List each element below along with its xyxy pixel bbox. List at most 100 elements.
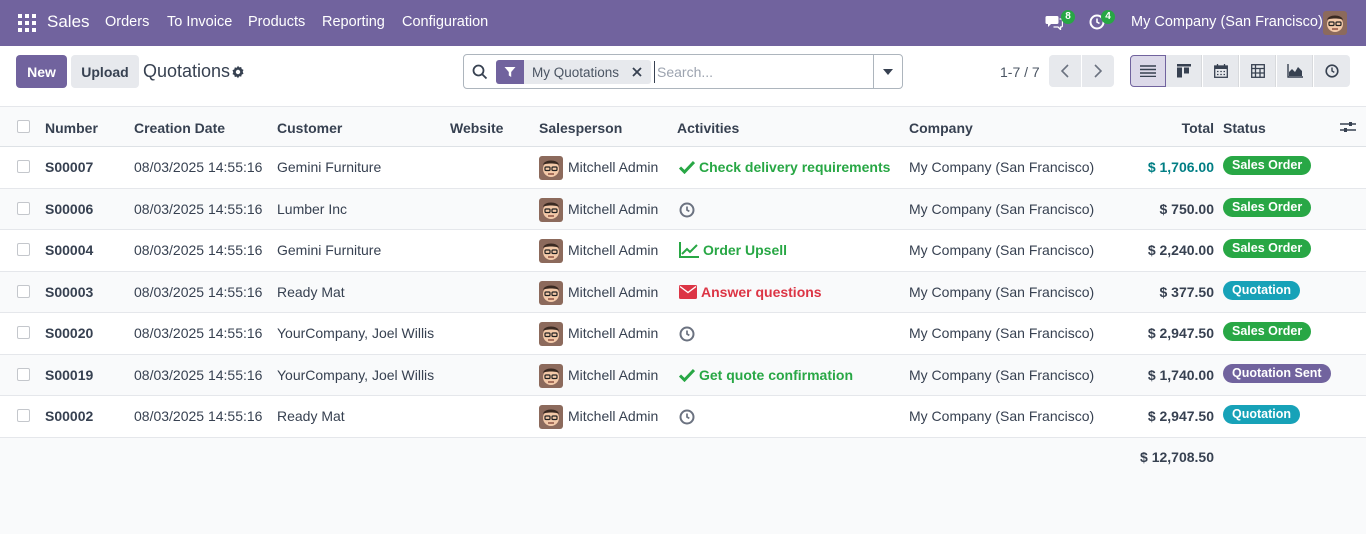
table-row[interactable]: S00007 08/03/2025 14:55:16 Gemini Furnit… (0, 147, 1366, 189)
table-row[interactable]: S00019 08/03/2025 14:55:16 YourCompany, … (0, 354, 1366, 396)
clock-icon (679, 326, 699, 342)
menu-reporting[interactable]: Reporting (322, 14, 385, 30)
page-title: Quotations (143, 61, 231, 81)
activity-widget[interactable]: Order Upsell (679, 242, 787, 258)
company-name: My Company (San Francisco) (909, 283, 1095, 300)
messages-count-badge: 8 (1061, 10, 1075, 24)
salesperson-avatar (539, 239, 563, 263)
search-options-toggle[interactable] (873, 55, 902, 88)
order-number: S00020 (45, 325, 94, 341)
row-checkbox[interactable] (17, 160, 30, 173)
order-number: S00002 (45, 408, 94, 424)
salesperson-name: Mitchell Admin (568, 408, 659, 424)
menu-orders[interactable]: Orders (105, 14, 149, 30)
search-icon[interactable] (472, 64, 488, 80)
activity-widget[interactable]: Get quote confirmation (679, 367, 853, 383)
table-row[interactable]: S00002 08/03/2025 14:55:16 Ready Mat Mit… (0, 396, 1366, 438)
salesperson-avatar (539, 197, 563, 222)
top-navbar: Sales Orders To Invoice Products Reporti… (0, 0, 1366, 46)
upload-button[interactable]: Upload (71, 55, 139, 88)
order-total: $ 1,706.00 (1147, 159, 1214, 175)
pivot-view-button[interactable] (1240, 55, 1276, 87)
check-icon (679, 368, 699, 382)
calendar-view-button[interactable] (1203, 55, 1239, 87)
activity-widget[interactable] (679, 326, 699, 342)
status-badge: Sales Order (1223, 197, 1312, 217)
creation-date: 08/03/2025 14:55:16 (134, 408, 263, 424)
activity-widget[interactable]: Check delivery requirements (679, 159, 890, 175)
search-input[interactable] (654, 61, 874, 83)
company-name: My Company (San Francisco) (909, 366, 1095, 383)
company-name: My Company (San Francisco) (909, 200, 1095, 217)
column-header-company[interactable]: Company (909, 120, 973, 136)
activity-widget[interactable] (679, 409, 699, 425)
row-checkbox[interactable] (17, 201, 30, 215)
pager-value[interactable]: 1-7 / 7 (1000, 64, 1040, 80)
order-total: $ 2,240.00 (1147, 242, 1214, 258)
row-checkbox[interactable] (17, 367, 30, 381)
list-view-button[interactable] (1130, 55, 1166, 87)
menu-configuration[interactable]: Configuration (402, 14, 488, 30)
column-header-total[interactable]: Total (1182, 120, 1214, 136)
status-badge: Sales Order (1223, 156, 1312, 175)
column-header-website[interactable]: Website (450, 120, 503, 136)
row-checkbox[interactable] (17, 243, 30, 256)
column-header-salesperson[interactable]: Salesperson (539, 120, 622, 136)
row-checkbox[interactable] (17, 326, 30, 339)
company-switcher[interactable]: My Company (San Francisco) (1131, 14, 1323, 30)
customer-name: YourCompany, Joel Willis (277, 366, 435, 383)
company-name: My Company (San Francisco) (909, 242, 1095, 258)
column-header-creation-date[interactable]: Creation Date (134, 120, 225, 136)
activity-summary: Check delivery requirements (699, 159, 891, 175)
table-row[interactable]: S00020 08/03/2025 14:55:16 YourCompany, … (0, 313, 1366, 355)
activity-widget[interactable] (679, 202, 699, 218)
row-checkbox[interactable] (17, 409, 30, 422)
search-facet[interactable]: My Quotations (496, 60, 652, 84)
menu-products[interactable]: Products (248, 14, 305, 30)
order-total: $ 2,947.50 (1147, 325, 1214, 341)
customer-name: Gemini Furniture (277, 159, 382, 175)
column-header-number[interactable]: Number (45, 120, 98, 136)
status-badge: Quotation Sent (1223, 363, 1331, 383)
activity-widget[interactable]: Answer questions (679, 284, 822, 300)
facet-remove-icon[interactable] (627, 60, 647, 84)
table-row[interactable]: S00003 08/03/2025 14:55:16 Ready Mat Mit… (0, 271, 1366, 313)
column-header-status[interactable]: Status (1223, 120, 1266, 136)
order-total: $ 1,740.00 (1147, 366, 1214, 383)
order-total: $ 750.00 (1159, 200, 1215, 217)
column-header-customer[interactable]: Customer (277, 120, 342, 136)
activity-summary: Get quote confirmation (699, 366, 853, 383)
user-avatar[interactable] (1323, 11, 1347, 35)
column-header-activities[interactable]: Activities (677, 120, 739, 136)
salesperson-name: Mitchell Admin (568, 283, 659, 300)
order-number: S00003 (45, 283, 94, 300)
kanban-view-button[interactable] (1166, 55, 1202, 87)
status-badge: Sales Order (1223, 322, 1312, 341)
creation-date: 08/03/2025 14:55:16 (134, 159, 263, 175)
customer-name: Lumber Inc (277, 200, 348, 217)
creation-date: 08/03/2025 14:55:16 (134, 366, 263, 383)
select-all-checkbox[interactable] (17, 120, 30, 133)
optional-columns-toggle-icon[interactable] (1340, 119, 1356, 135)
pager-next-button[interactable] (1082, 55, 1114, 87)
table-row[interactable]: S00006 08/03/2025 14:55:16 Lumber Inc Mi… (0, 188, 1366, 230)
table-row[interactable]: S00004 08/03/2025 14:55:16 Gemini Furnit… (0, 230, 1366, 272)
salesperson-name: Mitchell Admin (568, 242, 659, 258)
row-checkbox[interactable] (17, 284, 30, 298)
company-name: My Company (San Francisco) (909, 408, 1095, 424)
customer-name: Ready Mat (277, 283, 345, 300)
gear-icon[interactable] (231, 65, 245, 79)
menu-to-invoice[interactable]: To Invoice (167, 14, 232, 30)
pager-previous-button[interactable] (1049, 55, 1081, 87)
trend-icon (679, 242, 703, 258)
app-menu-grid-icon[interactable] (18, 14, 36, 32)
creation-date: 08/03/2025 14:55:16 (134, 242, 263, 258)
status-badge: Quotation (1223, 405, 1301, 424)
app-brand[interactable]: Sales (47, 12, 90, 32)
order-number: S00007 (45, 159, 94, 175)
new-button[interactable]: New (16, 55, 67, 88)
creation-date: 08/03/2025 14:55:16 (134, 283, 263, 300)
graph-view-button[interactable] (1277, 55, 1313, 87)
activity-view-button[interactable] (1314, 55, 1350, 87)
footer-sum-total: $ 12,708.50 (1140, 449, 1214, 465)
